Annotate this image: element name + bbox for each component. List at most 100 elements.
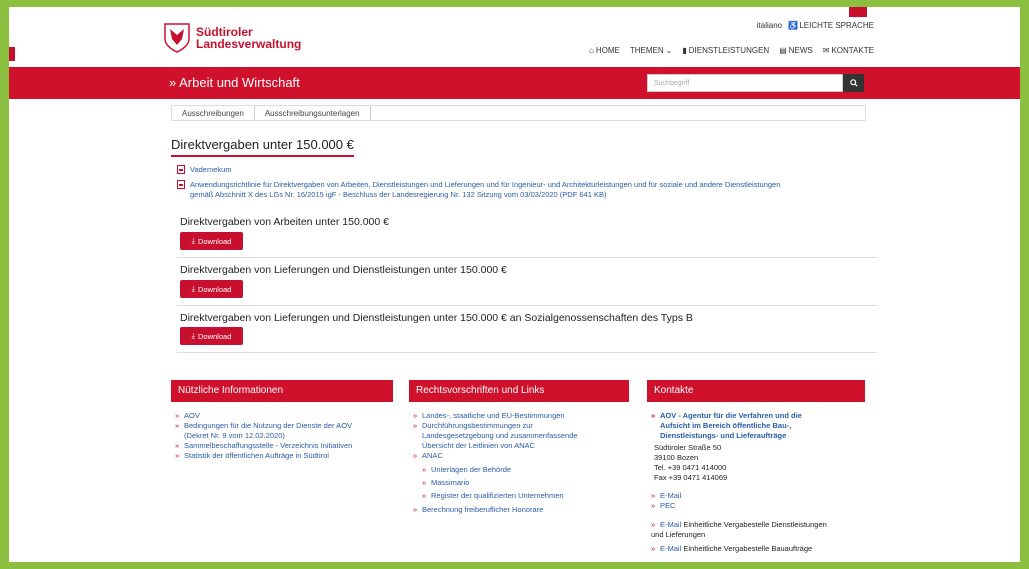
list-item: E-Mail Einheitliche Vergabestelle Bauauf… bbox=[651, 544, 876, 554]
list-item[interactable]: Statistik der öffentlichen Aufträge in S… bbox=[175, 451, 395, 461]
pdf-icon bbox=[177, 165, 185, 174]
search-button[interactable] bbox=[843, 74, 864, 92]
email-link[interactable]: E-Mail bbox=[660, 520, 681, 529]
list-item[interactable]: Berechnung freiberuflicher Honorare bbox=[413, 505, 633, 515]
law-list: Landes-, staatliche und EU-Bestimmungen … bbox=[413, 411, 633, 515]
doc-link-line2: gemäß Abschnitt X des LGs Nr. 16/2015 ig… bbox=[190, 190, 607, 199]
list-item-line: Übersicht der Leitlinien von ANAC bbox=[422, 441, 535, 450]
coat-of-arms-icon bbox=[164, 23, 190, 53]
divider bbox=[177, 305, 877, 306]
section-heading: Direktvergaben von Lieferungen und Diens… bbox=[180, 312, 693, 324]
download-label: Download bbox=[197, 284, 232, 294]
list-item: E-Mail Einheitliche Vergabestelle Dienst… bbox=[651, 520, 876, 530]
list-item-line: (Dekret Nr. 9 vom 12.02.2020) bbox=[184, 431, 285, 440]
nav-dienstleistungen-label: DIENSTLEISTUNGEN bbox=[688, 46, 770, 55]
site-header: Südtiroler Landesverwaltung italiano ♿LE… bbox=[164, 7, 874, 67]
language-switch: italiano ♿LEICHTE SPRACHE bbox=[753, 21, 874, 30]
site-logo[interactable]: Südtiroler Landesverwaltung bbox=[164, 23, 301, 53]
list-item[interactable]: AOV bbox=[175, 411, 395, 421]
list-subitem[interactable]: Unterlagen der Behörde bbox=[413, 465, 633, 475]
search-input[interactable]: Suchbegriff bbox=[647, 74, 843, 92]
mail-icon: ✉ bbox=[822, 46, 830, 55]
section-bar: » Arbeit und Wirtschaft Suchbegriff bbox=[9, 67, 1020, 99]
download-button[interactable]: ⤓ Download bbox=[180, 327, 243, 345]
newspaper-icon: ▤ bbox=[779, 46, 787, 55]
section-title[interactable]: » Arbeit und Wirtschaft bbox=[169, 75, 300, 90]
doc-link-label: Anwendungsrichtlinie für Direktvergaben … bbox=[190, 180, 780, 200]
list-subitem[interactable]: Register der qualifizierten Unternehmen bbox=[413, 491, 633, 501]
doc-link-guideline[interactable]: Anwendungsrichtlinie für Direktvergaben … bbox=[177, 180, 877, 200]
webpage: Südtiroler Landesverwaltung italiano ♿LE… bbox=[9, 7, 1020, 562]
info-box-title: Nützliche Informationen bbox=[171, 380, 393, 402]
nav-home-label: HOME bbox=[595, 46, 620, 55]
download-label: Download bbox=[197, 236, 232, 246]
list-item[interactable]: Landes-, staatliche und EU-Bestimmungen bbox=[413, 411, 633, 421]
nav-news-label: NEWS bbox=[788, 46, 813, 55]
easy-language-link[interactable]: LEICHTE SPRACHE bbox=[799, 21, 874, 30]
doc-link-vademekum[interactable]: Vademekum bbox=[177, 165, 232, 175]
lang-italiano-link[interactable]: italiano bbox=[757, 21, 782, 30]
contact-city: 39100 Bozen bbox=[654, 453, 699, 462]
email-desc: Einheitliche Vergabestelle Bauaufträge bbox=[683, 544, 813, 553]
list-item[interactable]: ANAC bbox=[413, 451, 633, 461]
search-icon bbox=[849, 79, 858, 87]
download-label: Download bbox=[197, 331, 232, 341]
top-red-tab[interactable] bbox=[849, 7, 867, 17]
main-nav: ⌂ HOME THEMEN ⌄ ▮ DIENSTLEISTUNGEN ▤ NEWS ✉ K… bbox=[589, 46, 874, 55]
background-red-tab bbox=[9, 47, 15, 61]
nav-themen[interactable]: THEMEN ⌄ bbox=[630, 46, 672, 55]
logo-line2: Landesverwaltung bbox=[196, 37, 302, 51]
accessibility-icon: ♿ bbox=[788, 21, 799, 30]
bookmark-icon: ▮ bbox=[682, 46, 687, 55]
list-subitem[interactable]: Massimario bbox=[413, 478, 633, 488]
chevron-down-icon: ⌄ bbox=[665, 46, 673, 55]
contact-links: E-Mail PEC bbox=[651, 491, 871, 511]
download-button[interactable]: ⤓ Download bbox=[180, 232, 243, 250]
contact-tel[interactable]: Tel. +39 0471 414000 bbox=[654, 463, 874, 473]
breadcrumb: Ausschreibungen Ausschreibungsunterlagen bbox=[171, 105, 866, 121]
download-icon: ⤓ bbox=[191, 236, 195, 245]
list-item-line: Bedingungen für die Nutzung der Dienste … bbox=[184, 421, 353, 430]
download-icon: ⤓ bbox=[191, 284, 195, 293]
pec-link[interactable]: PEC bbox=[651, 501, 871, 511]
email-link[interactable]: E-Mail bbox=[651, 491, 871, 501]
contact-org-line: AOV - Agentur für die Verfahren und die bbox=[660, 411, 802, 420]
download-icon: ⤓ bbox=[191, 331, 195, 340]
screenshot-frame: Südtiroler Landesverwaltung italiano ♿LE… bbox=[0, 0, 1029, 569]
contact-org-line: Dienstleistungs- und Lieferaufträge bbox=[660, 431, 787, 440]
info-list: AOV Bedingungen für die Nutzung der Dien… bbox=[175, 411, 395, 461]
nav-dienstleistungen[interactable]: ▮ DIENSTLEISTUNGEN bbox=[682, 46, 769, 55]
contact-links-3: E-Mail Einheitliche Vergabestelle Bauauf… bbox=[651, 544, 876, 554]
contact-address: Südtiroler Straße 50 39100 Bozen Tel. +3… bbox=[654, 443, 874, 483]
breadcrumb-item[interactable]: Ausschreibungen bbox=[172, 106, 255, 120]
list-item[interactable]: Sammelbeschaffungsstelle - Verzeichnis I… bbox=[175, 441, 395, 451]
list-item-line: Durchführungsbestimmungen zur bbox=[422, 421, 533, 430]
nav-kontakte[interactable]: ✉ KONTAKTE bbox=[823, 46, 874, 55]
home-icon: ⌂ bbox=[589, 46, 594, 55]
list-item[interactable]: Bedingungen für die Nutzung der Dienste … bbox=[175, 421, 395, 441]
nav-home[interactable]: ⌂ HOME bbox=[589, 46, 620, 55]
nav-themen-label: THEMEN bbox=[629, 46, 664, 55]
contact-links-2: E-Mail Einheitliche Vergabestelle Dienst… bbox=[651, 520, 876, 530]
contact-org-line: Aufsicht im Bereich öffentliche Bau-, bbox=[660, 421, 792, 430]
email-link[interactable]: E-Mail bbox=[660, 544, 681, 553]
email-desc: Einheitliche Vergabestelle Dienstleistun… bbox=[683, 520, 827, 529]
page-title: Direktvergaben unter 150.000 € bbox=[171, 137, 354, 157]
contact-org-link[interactable]: AOV - Agentur für die Verfahren und dieA… bbox=[651, 411, 871, 441]
contact-list: AOV - Agentur für die Verfahren und dieA… bbox=[651, 411, 871, 441]
nav-news[interactable]: ▤ NEWS bbox=[779, 46, 813, 55]
breadcrumb-item[interactable]: Ausschreibungsunterlagen bbox=[255, 106, 371, 120]
download-button[interactable]: ⤓ Download bbox=[180, 280, 243, 298]
list-item[interactable]: Durchführungsbestimmungen zurLandesgeset… bbox=[413, 421, 633, 451]
nav-kontakte-label: KONTAKTE bbox=[831, 46, 874, 55]
divider bbox=[177, 352, 877, 353]
section-heading: Direktvergaben von Lieferungen und Diens… bbox=[180, 264, 507, 276]
contact-fax: Fax +39 0471 414069 bbox=[654, 473, 728, 482]
email-desc-cont: und Lieferungen bbox=[651, 530, 706, 539]
contact-street: Südtiroler Straße 50 bbox=[654, 443, 722, 452]
list-item-line: Landesgesetzgebung und zusammenfassende bbox=[422, 431, 578, 440]
divider bbox=[177, 257, 877, 258]
section-heading: Direktvergaben von Arbeiten unter 150.00… bbox=[180, 216, 389, 228]
contact-box-title: Kontakte bbox=[647, 380, 865, 402]
logo-text: Südtiroler Landesverwaltung bbox=[196, 26, 301, 50]
